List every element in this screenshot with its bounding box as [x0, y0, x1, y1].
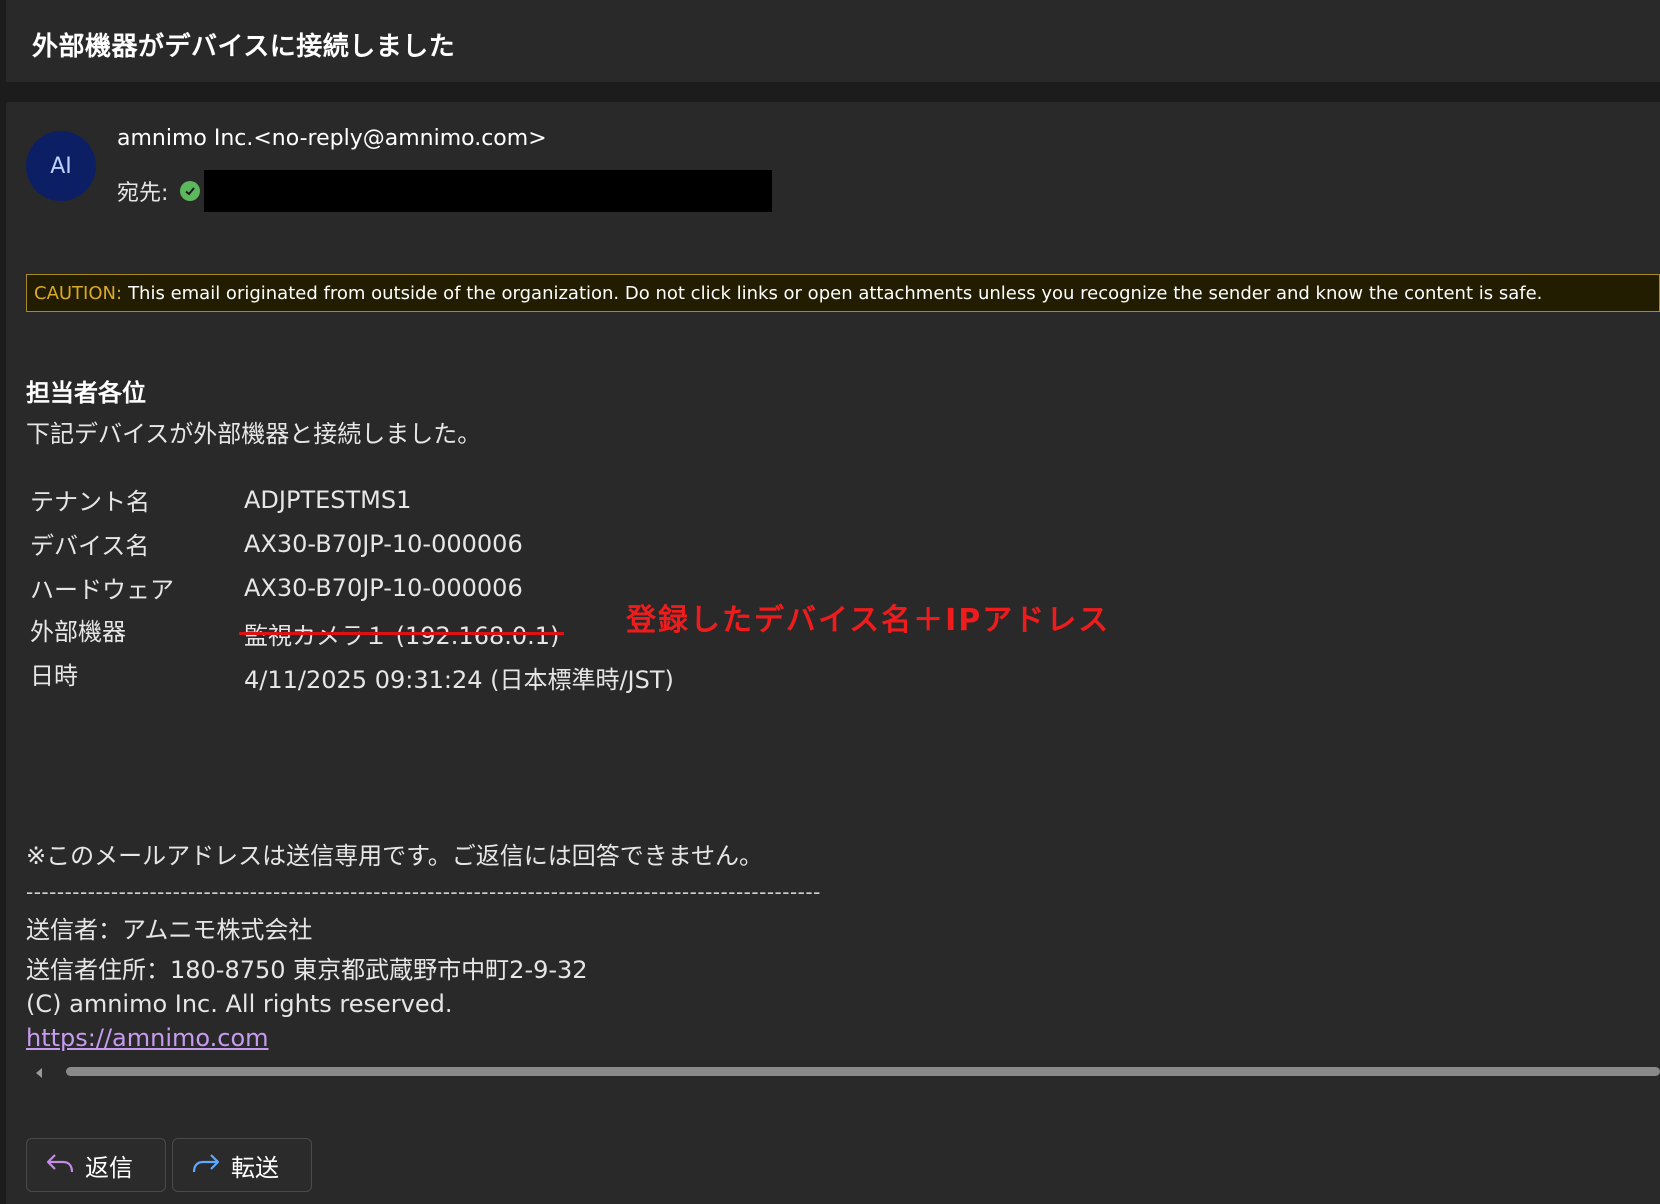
email-reading-pane: AI amnimo Inc.<no-reply@amnimo.com> 宛先: …: [6, 102, 1660, 1204]
info-label: 外部機器: [30, 618, 126, 646]
footer-address: 送信者住所：180-8750 東京都武蔵野市中町2-9-32: [26, 956, 588, 984]
recipient-row: 宛先:: [117, 170, 773, 212]
scroll-left-icon[interactable]: [36, 1068, 42, 1078]
website-link[interactable]: https://amnimo.com: [26, 1024, 269, 1052]
forward-button[interactable]: 転送: [172, 1138, 312, 1192]
reply-button[interactable]: 返信: [26, 1138, 166, 1192]
reply-label: 返信: [85, 1153, 133, 1182]
caution-banner: CAUTION: This email originated from outs…: [26, 274, 1660, 312]
to-label: 宛先:: [117, 181, 169, 206]
verified-check-icon: [180, 181, 201, 201]
annotation-callout: 登録したデバイス名＋IPアドレス: [626, 603, 1111, 638]
avatar-initials: AI: [50, 153, 72, 179]
sender-avatar[interactable]: AI: [26, 131, 96, 201]
highlight-underline: [239, 632, 564, 635]
info-label: デバイス名: [30, 532, 150, 560]
redacted-recipient: [204, 170, 773, 212]
horizontal-scrollbar[interactable]: [36, 1064, 1660, 1084]
email-subject: 外部機器がデバイスに接続しました: [32, 32, 456, 62]
footer-copyright: (C) amnimo Inc. All rights reserved.: [26, 990, 453, 1018]
forward-label: 転送: [231, 1153, 279, 1182]
separator-line: ----------------------------------------…: [26, 880, 821, 904]
sender-address[interactable]: amnimo Inc.<no-reply@amnimo.com>: [117, 126, 547, 151]
scroll-thumb[interactable]: [66, 1067, 1660, 1076]
caution-text: This email originated from outside of th…: [128, 282, 1543, 304]
info-value: ADJPTESTMS1: [244, 486, 412, 514]
footer-sender: 送信者：アムニモ株式会社: [26, 916, 313, 944]
forward-arrow-icon: [191, 1151, 221, 1179]
greeting: 担当者各位: [26, 379, 146, 407]
info-value: AX30-B70JP-10-000006: [244, 530, 523, 558]
info-value: 4/11/2025 09:31:24 (日本標準時/JST): [244, 666, 674, 694]
info-value: AX30-B70JP-10-000006: [244, 574, 523, 602]
info-label: ハードウェア: [30, 576, 174, 604]
info-label: テナント名: [30, 488, 150, 516]
no-reply-note: ※このメールアドレスは送信専用です。ご返信には回答できません。: [26, 842, 763, 870]
reply-arrow-icon: [45, 1151, 75, 1179]
intro-text: 下記デバイスが外部機器と接続しました。: [26, 420, 482, 448]
caution-label: CAUTION:: [34, 282, 123, 304]
info-label: 日時: [30, 662, 78, 690]
subject-bar: 外部機器がデバイスに接続しました: [6, 0, 1660, 82]
